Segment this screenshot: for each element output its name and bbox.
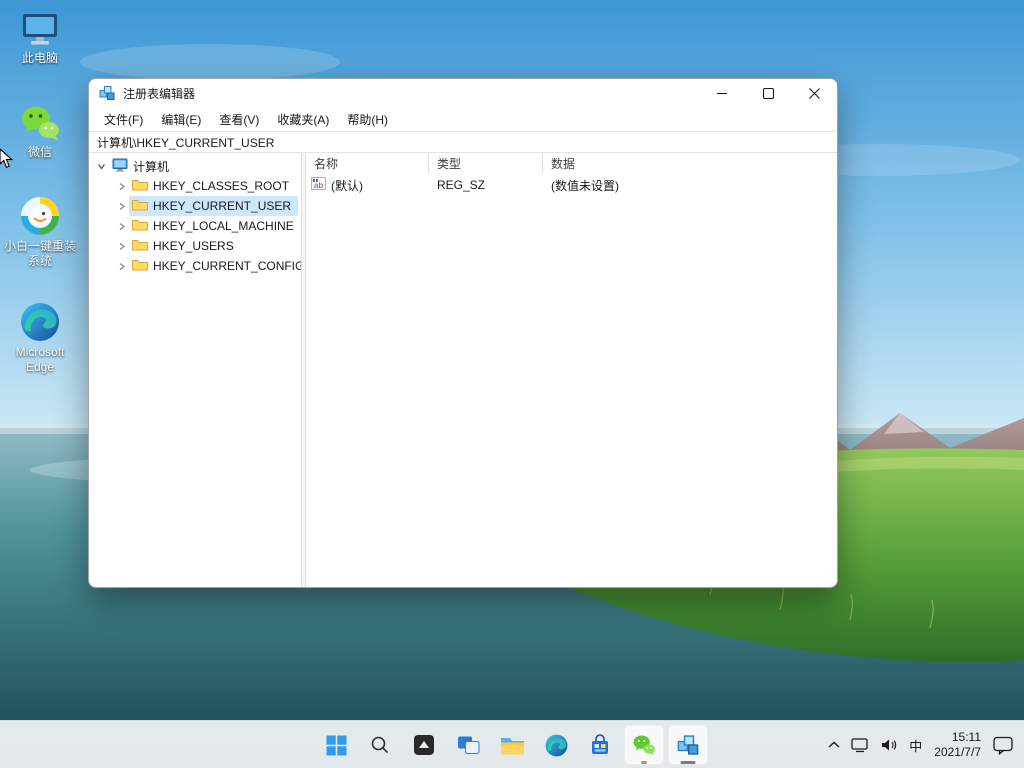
registry-editor-button[interactable] — [668, 725, 708, 765]
menu-item-view[interactable]: 查看(V) — [210, 108, 268, 131]
start-button[interactable] — [316, 725, 356, 765]
desktop-icon-edge[interactable]: Microsoft Edge — [2, 300, 78, 375]
volume-icon — [882, 739, 897, 751]
desktop-icon-this-pc[interactable]: 此电脑 — [2, 6, 78, 66]
search-icon — [371, 736, 389, 754]
tree-item-label: HKEY_USERS — [153, 239, 234, 253]
tree-item-hkey-users[interactable]: HKEY_USERS — [89, 236, 301, 256]
wechat-icon — [633, 735, 655, 756]
desktop-icon-label: 此电脑 — [21, 51, 58, 65]
svg-text:ab: ab — [314, 182, 324, 190]
chevron-right-icon[interactable] — [113, 242, 129, 251]
value-name: (默认) — [331, 178, 363, 193]
list-header: 名称 类型 数据 — [306, 153, 837, 173]
folder-icon — [132, 238, 148, 254]
folder-icon — [132, 198, 148, 214]
this-pc-icon — [20, 6, 60, 48]
folder-icon — [132, 178, 148, 194]
string-value-icon: ab — [311, 177, 326, 193]
chevron-up-icon — [828, 741, 840, 748]
tree-item-hkey-current-config[interactable]: HKEY_CURRENT_CONFIG — [89, 256, 301, 276]
wechat-button[interactable] — [624, 725, 664, 765]
registry-value-row[interactable]: ab (默认) REG_SZ (数值未设置) — [306, 175, 837, 195]
tray-expand-button[interactable] — [823, 727, 845, 763]
close-button[interactable] — [791, 79, 837, 107]
task-view-icon — [457, 736, 479, 754]
tree-item-hkey-local-machine[interactable]: HKEY_LOCAL_MACHINE — [89, 216, 301, 236]
chevron-down-icon[interactable] — [93, 162, 109, 171]
wechat-icon — [20, 100, 60, 142]
tree-item-label: 计算机 — [133, 159, 170, 174]
desktop-icon-label: Microsoft Edge — [15, 345, 65, 374]
tree-item-hkey-current-user[interactable]: HKEY_CURRENT_USER — [89, 196, 301, 216]
tree-item-label: HKEY_CURRENT_CONFIG — [153, 259, 301, 273]
dark-app-icon — [414, 735, 434, 755]
column-header-name[interactable]: 名称 — [306, 153, 429, 173]
value-data: (数值未设置) — [551, 178, 619, 193]
tree-item-label: HKEY_CLASSES_ROOT — [153, 179, 290, 193]
desktop-icon-xiaobai-reinstall[interactable]: 小白一键重装系统 — [2, 194, 78, 269]
store-button[interactable] — [580, 725, 620, 765]
chevron-right-icon[interactable] — [113, 202, 129, 211]
folder-icon — [132, 218, 148, 234]
maximize-button[interactable] — [745, 79, 791, 107]
tree-item-label: HKEY_LOCAL_MACHINE — [153, 219, 294, 233]
value-type: REG_SZ — [437, 178, 486, 192]
clock-time: 15:11 — [951, 730, 981, 744]
menu-bar: 文件(F) 编辑(E) 查看(V) 收藏夹(A) 帮助(H) — [89, 107, 837, 131]
desktop-icon-label: 微信 — [27, 145, 52, 159]
minimize-button[interactable] — [699, 79, 745, 107]
chevron-right-icon[interactable] — [113, 182, 129, 191]
ime-indicator[interactable]: 中 — [904, 727, 927, 763]
notification-center-button[interactable] — [988, 727, 1018, 763]
chevron-right-icon[interactable] — [113, 262, 129, 271]
desktop-icon-label: 小白一键重装系统 — [3, 239, 76, 268]
file-explorer-button[interactable] — [492, 725, 532, 765]
column-header-data[interactable]: 数据 — [543, 153, 837, 173]
store-icon — [592, 734, 608, 754]
desktop: 此电脑 微信 小白一键重装系统 Microsoft Edge 注册表编辑器 文件… — [0, 0, 1024, 768]
menu-item-help[interactable]: 帮助(H) — [338, 108, 397, 131]
edge-icon — [20, 300, 60, 342]
taskbar: 中 15:11 2021/7/7 — [0, 720, 1024, 768]
registry-editor-window: 注册表编辑器 文件(F) 编辑(E) 查看(V) 收藏夹(A) 帮助(H) 计算… — [88, 78, 838, 588]
registry-editor-icon — [677, 735, 699, 755]
selected-tree-item[interactable]: HKEY_CURRENT_USER — [129, 196, 299, 216]
registry-tree-pane: 计算机 HKEY_CLASSES_ROOT HKEY_CURRENT_USER … — [89, 153, 301, 587]
volume-button[interactable] — [875, 727, 903, 763]
tree-item-hkey-classes-root[interactable]: HKEY_CLASSES_ROOT — [89, 176, 301, 196]
edge-button[interactable] — [536, 725, 576, 765]
file-explorer-icon — [500, 737, 524, 754]
column-header-type[interactable]: 类型 — [429, 153, 543, 173]
xiaobai-reinstall-icon — [20, 194, 60, 236]
desktop-icon-wechat[interactable]: 微信 — [2, 100, 78, 160]
folder-icon — [132, 258, 148, 274]
tree-item-label: HKEY_CURRENT_USER — [153, 199, 292, 213]
chevron-right-icon[interactable] — [113, 222, 129, 231]
window-title: 注册表编辑器 — [123, 86, 196, 101]
windows-logo-icon — [326, 735, 346, 755]
clock[interactable]: 15:11 2021/7/7 — [928, 727, 987, 763]
address-bar-input[interactable] — [89, 132, 837, 152]
menu-item-favorites[interactable]: 收藏夹(A) — [268, 108, 338, 131]
registry-editor-app-icon — [99, 85, 115, 101]
notification-chat-icon — [993, 736, 1013, 755]
menu-item-edit[interactable]: 编辑(E) — [152, 108, 210, 131]
network-icon — [851, 738, 868, 753]
registry-values-pane: 名称 类型 数据 ab (默认) REG_SZ (数值未设置) — [306, 153, 837, 587]
titlebar[interactable]: 注册表编辑器 — [89, 79, 837, 107]
tree-item-computer[interactable]: 计算机 — [89, 156, 301, 176]
clock-date: 2021/7/7 — [934, 745, 981, 759]
network-button[interactable] — [846, 727, 874, 763]
dark-app-button[interactable] — [404, 725, 444, 765]
address-bar — [89, 131, 837, 153]
edge-icon — [545, 734, 567, 756]
task-view-button[interactable] — [448, 725, 488, 765]
computer-icon — [112, 158, 128, 175]
menu-item-file[interactable]: 文件(F) — [95, 108, 152, 131]
search-button[interactable] — [360, 725, 400, 765]
